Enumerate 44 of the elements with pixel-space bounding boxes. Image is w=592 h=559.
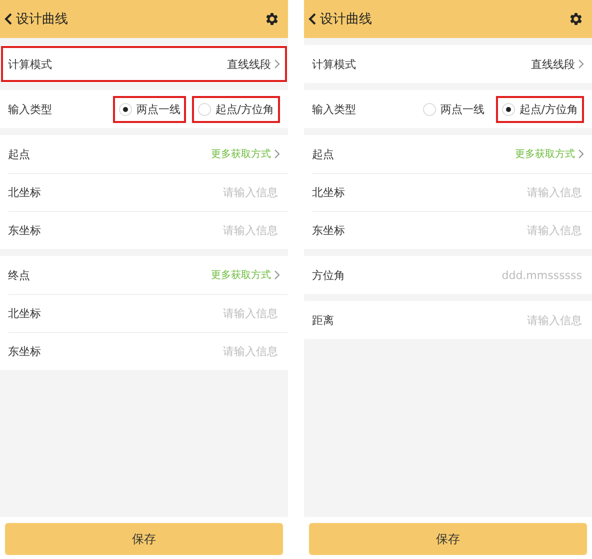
- screen-title: 设计曲线: [16, 11, 68, 28]
- input-field[interactable]: ddd.mmssssss: [464, 268, 584, 282]
- row-label: 东坐标: [312, 223, 345, 238]
- mode-row[interactable]: 计算模式 直线线段: [312, 45, 592, 83]
- save-button[interactable]: 保存: [5, 523, 283, 555]
- row-label: 计算模式: [312, 56, 356, 72]
- input-field[interactable]: 请输入信息: [464, 312, 584, 328]
- row-label: 北坐标: [8, 185, 41, 200]
- row-label: 北坐标: [312, 185, 345, 200]
- row-label: 东坐标: [8, 223, 41, 238]
- chevron-icon: [578, 59, 584, 69]
- input-field[interactable]: 请输入信息: [160, 344, 280, 359]
- radio-option[interactable]: 两点一线: [113, 96, 186, 122]
- row-label: 输入类型: [8, 102, 52, 116]
- screen-title: 设计曲线: [320, 11, 372, 28]
- settings-icon[interactable]: [568, 11, 584, 27]
- row-label: 输入类型: [312, 102, 356, 116]
- chevron-icon: [274, 270, 280, 280]
- row-label: 距离: [312, 312, 334, 328]
- input-field[interactable]: 请输入信息: [464, 223, 584, 238]
- settings-icon[interactable]: [264, 11, 280, 27]
- chevron-icon: [274, 149, 280, 159]
- chevron-icon: [274, 59, 280, 69]
- save-button[interactable]: 保存: [309, 523, 587, 555]
- radio-option[interactable]: 两点一线: [417, 96, 490, 122]
- row-label: 起点: [312, 146, 334, 162]
- back-icon[interactable]: [4, 13, 14, 25]
- row-label: 方位角: [312, 268, 345, 282]
- mode-row[interactable]: 计算模式 直线线段: [0, 45, 288, 83]
- row-value: 直线线段: [227, 56, 271, 72]
- radio-option[interactable]: 起点/方位角: [496, 96, 584, 122]
- row-label: 终点: [8, 268, 30, 282]
- input-field[interactable]: 请输入信息: [160, 185, 280, 200]
- row-label: 计算模式: [8, 56, 52, 72]
- input-field[interactable]: 请输入信息: [160, 223, 280, 238]
- row-label: 起点: [8, 146, 30, 162]
- chevron-icon: [578, 149, 584, 159]
- radio-option[interactable]: 起点/方位角: [192, 96, 280, 122]
- row-value: 直线线段: [531, 56, 575, 72]
- row-label: 东坐标: [8, 344, 41, 359]
- row-label: 北坐标: [8, 306, 41, 321]
- back-icon[interactable]: [308, 13, 318, 25]
- input-field[interactable]: 请输入信息: [464, 185, 584, 200]
- input-field[interactable]: 请输入信息: [160, 306, 280, 321]
